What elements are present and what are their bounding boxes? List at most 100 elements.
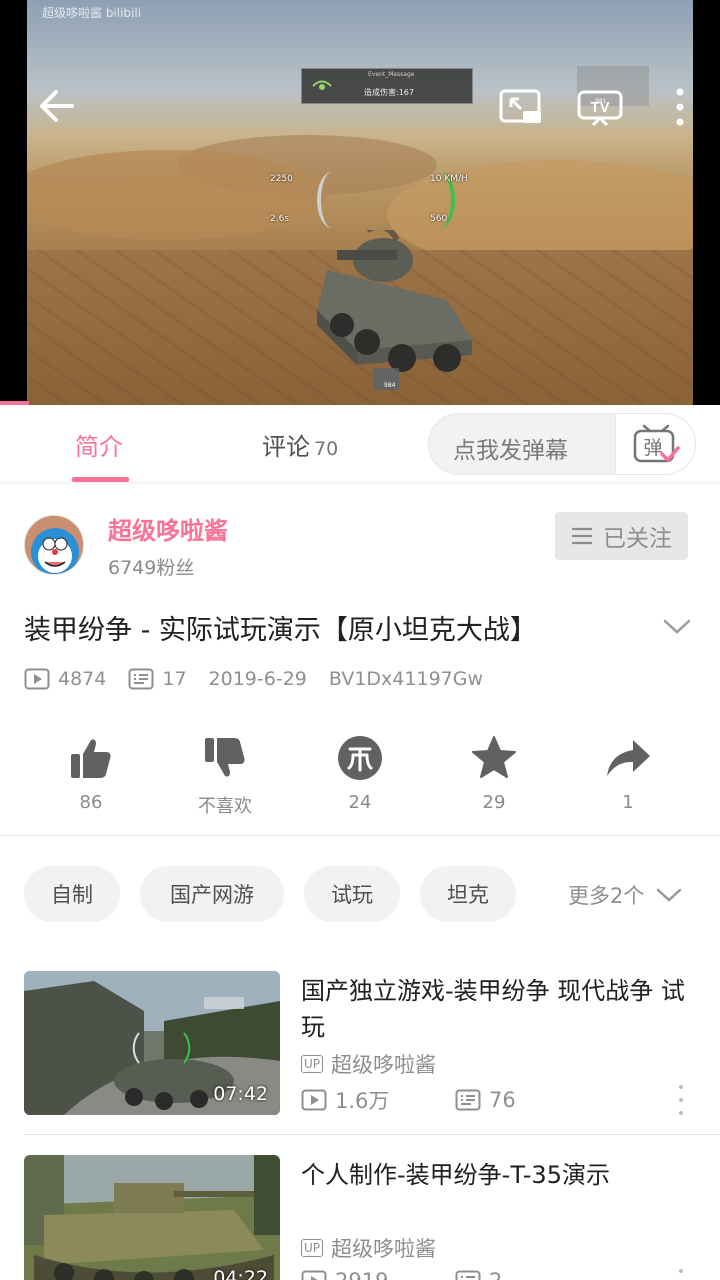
recommended-video[interactable]: 07:42 国产独立游戏-装甲纷争 现代战争 试玩 UP 超级哆啦酱 1.6万 … xyxy=(24,971,720,1131)
uploader-name: 超级哆啦酱 xyxy=(331,1053,437,1077)
more-options-button[interactable] xyxy=(666,84,694,130)
play-count-icon xyxy=(301,1270,327,1280)
video-thumbnail[interactable]: 04:22 xyxy=(24,1155,280,1280)
video-stats: 1.6万 76 xyxy=(301,1085,516,1115)
like-count: 86 xyxy=(79,792,103,813)
more-vertical-icon xyxy=(676,88,684,126)
view-count-value: 2919 xyxy=(335,1269,388,1280)
video-player[interactable]: 2250 2.6s 10 KM/H 560 984 Event_Message … xyxy=(0,0,720,405)
divider xyxy=(24,1134,720,1135)
thumbs-up-icon xyxy=(71,739,111,778)
like-button[interactable]: 86 xyxy=(36,730,146,813)
video-title: 国产独立游戏-装甲纷争 现代战争 试玩 xyxy=(301,977,685,1041)
up-badge: UP xyxy=(301,1055,324,1073)
video-watermark: 超级哆啦酱 bilibili xyxy=(42,6,142,20)
event-message-box: Event_Message 造成伤害:167 xyxy=(301,68,473,104)
action-bar: 86 不喜欢 24 29 1 xyxy=(0,730,720,836)
view-count-value: 4874 xyxy=(58,668,107,690)
danmaku-input[interactable]: 点我发弹幕 弹 xyxy=(428,413,696,475)
video-meta: 4874 17 2019-6-29 BV1Dx41197Gw xyxy=(24,664,505,694)
cast-screen-icon xyxy=(499,89,541,123)
follow-button[interactable]: 已关注 xyxy=(555,512,688,560)
tab-bar: 简介 评论 70 点我发弹幕 弹 xyxy=(0,405,720,483)
tag-chip[interactable]: 试玩 xyxy=(304,866,400,922)
view-count: 1.6万 xyxy=(301,1085,455,1115)
danmaku-placeholder: 点我发弹幕 xyxy=(453,438,568,464)
uploader-section: 超级哆啦酱 6749粉丝 已关注 xyxy=(0,483,720,603)
coin-count: 24 xyxy=(348,792,372,813)
video-title: 个人制作-装甲纷争-T-35演示 xyxy=(301,1161,610,1189)
video-thumbnail[interactable]: 07:42 xyxy=(24,971,280,1115)
tab-comments-label: 评论 xyxy=(262,433,310,461)
tag-list: 自制 国产网游 试玩 坦克 更多2个 xyxy=(0,864,720,924)
tv-label: TV xyxy=(590,99,609,116)
dislike-label: 不喜欢 xyxy=(198,796,252,817)
danmaku-count-icon xyxy=(455,1089,481,1111)
chevron-down-icon[interactable] xyxy=(662,614,692,638)
hud-left-top: 2250 xyxy=(270,174,293,184)
overflow-dots-icon[interactable] xyxy=(672,1269,690,1280)
tags-more-label: 更多2个 xyxy=(568,884,645,908)
danmaku-glyph: 弹 xyxy=(643,437,662,459)
tag-chip[interactable]: 自制 xyxy=(24,866,120,922)
share-button[interactable]: 1 xyxy=(573,730,683,813)
up-badge: UP xyxy=(301,1239,324,1257)
danmaku-count: 76 xyxy=(455,1088,516,1112)
danmaku-count-value: 76 xyxy=(489,1088,516,1112)
danmaku-count-value: 2 xyxy=(489,1269,502,1280)
favorite-count: 29 xyxy=(482,792,506,813)
event-text: 造成伤害:167 xyxy=(364,88,414,97)
tv-button[interactable]: TV xyxy=(576,88,624,126)
danmaku-count: 17 xyxy=(128,668,187,690)
overflow-dots-icon[interactable] xyxy=(672,1085,690,1115)
bvid: BV1Dx41197Gw xyxy=(328,668,484,690)
tag-chip[interactable]: 国产网游 xyxy=(140,866,284,922)
chevron-down-icon xyxy=(657,888,682,902)
tag-chip[interactable]: 坦克 xyxy=(420,866,516,922)
favorite-button[interactable]: 29 xyxy=(439,730,549,813)
hud-left-bottom: 2.6s xyxy=(270,214,290,224)
uploader-name[interactable]: 超级哆啦酱 xyxy=(108,511,228,546)
cast-screen-button[interactable] xyxy=(498,88,544,126)
tab-indicator xyxy=(72,477,129,482)
hud-ammo-label: 984 xyxy=(384,382,396,389)
view-count: 4874 xyxy=(24,668,106,690)
back-arrow-icon xyxy=(40,90,74,122)
follow-label: 已关注 xyxy=(603,526,672,552)
tab-intro[interactable]: 简介 xyxy=(75,427,123,462)
video-duration: 07:42 xyxy=(213,1083,268,1105)
coin-button[interactable]: 24 xyxy=(305,730,415,813)
tags-more-button[interactable]: 更多2个 xyxy=(568,880,682,910)
tank-image xyxy=(317,230,472,372)
video-stats: 2919 2 xyxy=(301,1269,502,1280)
publish-date: 2019-6-29 xyxy=(208,668,307,690)
danmaku-toggle-icon: 弹 xyxy=(633,424,680,463)
tv-icon: TV xyxy=(577,90,623,126)
danmaku-count-icon xyxy=(455,1270,481,1280)
back-button[interactable] xyxy=(36,86,76,126)
share-count: 1 xyxy=(622,792,634,813)
menu-lines-icon xyxy=(572,527,592,545)
thumbnail-image xyxy=(24,1155,280,1280)
event-title: Event_Message xyxy=(368,71,415,78)
video-frame[interactable]: 2250 2.6s 10 KM/H 560 984 Event_Message … xyxy=(27,0,693,405)
coin-icon xyxy=(338,736,382,780)
avatar[interactable] xyxy=(24,515,84,575)
danmaku-count: 2 xyxy=(455,1269,502,1280)
video-duration: 04:22 xyxy=(213,1267,268,1280)
scene-hill xyxy=(27,150,327,240)
danmaku-count-value: 17 xyxy=(162,668,187,690)
video-title: 装甲纷争 - 实际试玩演示【原小坦克大战】 xyxy=(24,615,537,646)
danmaku-count-icon xyxy=(128,668,154,690)
uploader-name: 超级哆啦酱 xyxy=(331,1237,437,1261)
recommended-video[interactable]: 04:22 个人制作-装甲纷争-T-35演示 UP 超级哆啦酱 2919 2 xyxy=(24,1155,720,1280)
video-uploader: UP 超级哆啦酱 xyxy=(301,1233,436,1263)
hud-right-top: 10 KM/H xyxy=(430,174,468,184)
play-count-icon xyxy=(301,1089,327,1111)
video-uploader: UP 超级哆啦酱 xyxy=(301,1049,436,1079)
play-count-icon xyxy=(24,668,50,690)
hud-ammo: 984 xyxy=(373,368,399,390)
tab-comments[interactable]: 评论 70 xyxy=(262,427,338,462)
dislike-button[interactable]: 不喜欢 xyxy=(170,730,280,818)
danmaku-toggle-button[interactable]: 弹 xyxy=(615,414,695,474)
